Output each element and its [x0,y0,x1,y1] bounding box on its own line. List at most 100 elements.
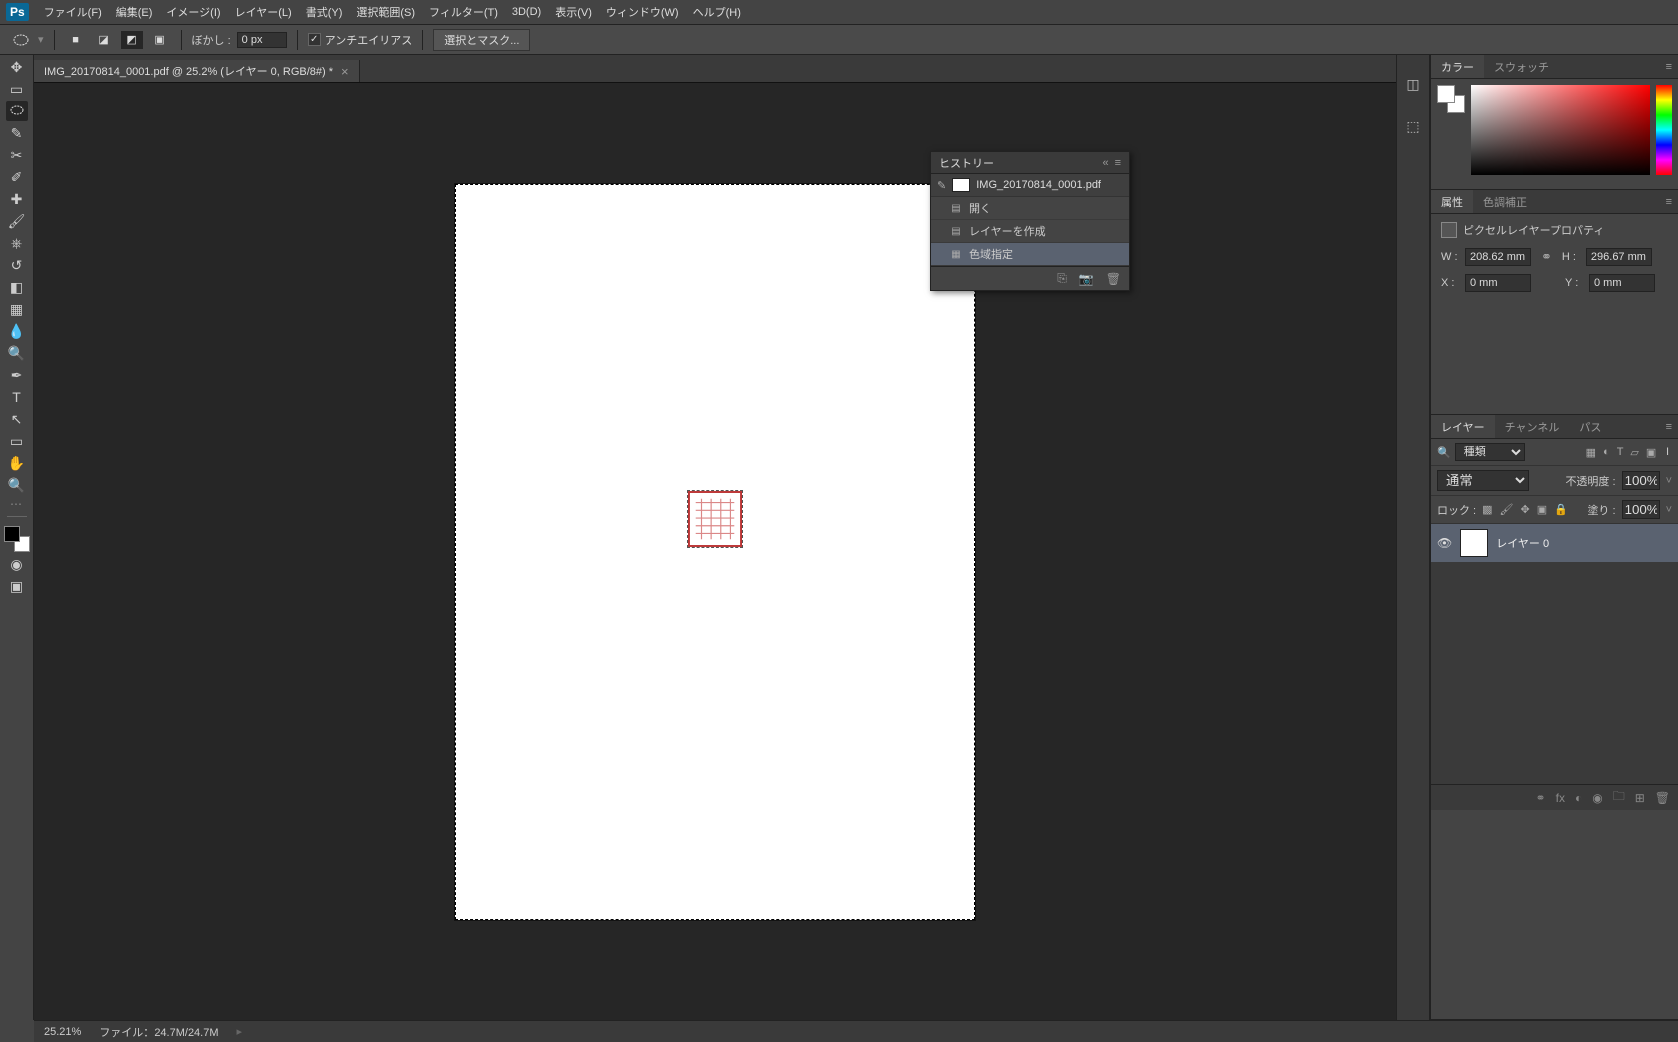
filter-pixel-icon[interactable]: ▦ [1586,446,1596,459]
menu-image[interactable]: イメージ(I) [159,4,227,20]
history-item[interactable]: ▤ 開く [931,197,1129,220]
panel-menu-icon[interactable]: ≡ [1115,157,1121,169]
fill-input[interactable] [1622,500,1660,519]
panel-menu-icon[interactable]: ≡ [1660,61,1678,73]
visibility-icon[interactable]: 👁 [1437,536,1452,550]
lock-paint-icon[interactable]: 🖌 [1500,503,1514,516]
eyedropper-tool[interactable]: ✐ [6,167,28,187]
layer-row[interactable]: 👁 レイヤー 0 [1431,524,1678,562]
lock-position-icon[interactable]: ✥ [1521,503,1530,516]
filter-toggle-icon[interactable]: ⏽ [1663,446,1672,459]
swatches-tab[interactable]: スウォッチ [1484,55,1559,78]
link-layers-icon[interactable]: ⚭ [1536,791,1546,805]
menu-view[interactable]: 表示(V) [548,4,599,20]
adjustments-tab[interactable]: 色調補正 [1473,190,1537,213]
antialias-checkbox[interactable]: ✓ アンチエイリアス [308,32,413,48]
filter-smart-icon[interactable]: ▣ [1646,446,1656,459]
new-selection-icon[interactable]: ■ [65,31,87,49]
foreground-color[interactable] [4,526,20,542]
new-group-icon[interactable]: 🗀 [1613,787,1625,808]
close-tab-icon[interactable]: × [341,64,349,79]
hue-slider[interactable] [1656,85,1672,175]
dock-icon-1[interactable]: ◫ [1402,73,1424,95]
canvas[interactable] [455,184,975,920]
panel-menu-icon[interactable]: ≡ [1660,421,1678,433]
snapshot-icon[interactable]: 📷 [1079,272,1094,286]
quick-mask-tool[interactable]: ◉ [6,554,28,574]
properties-tab[interactable]: 属性 [1431,190,1473,213]
color-swatches[interactable] [4,526,30,552]
color-field[interactable] [1471,85,1650,175]
panel-menu-icon[interactable]: ≡ [1660,196,1678,208]
y-input[interactable] [1589,274,1655,292]
lock-artboard-icon[interactable]: ▣ [1537,503,1547,516]
delete-layer-icon[interactable]: 🗑 [1655,791,1670,805]
menu-file[interactable]: ファイル(F) [37,4,109,20]
color-tab[interactable]: カラー [1431,55,1484,78]
paths-tab[interactable]: パス [1569,415,1611,438]
snapshot-brush-icon[interactable]: ✎ [937,179,946,192]
screen-mode-tool[interactable]: ▣ [6,576,28,596]
dodge-tool[interactable]: 🔍 [6,343,28,363]
brush-tool[interactable]: 🖌 [6,211,28,231]
dock-icon-2[interactable]: ⬚ [1402,115,1424,137]
menu-edit[interactable]: 編集(E) [109,4,160,20]
layer-thumbnail[interactable] [1460,529,1488,557]
new-fill-icon[interactable]: ◉ [1592,791,1602,805]
quick-select-tool[interactable]: ✎ [6,123,28,143]
document-tab[interactable]: IMG_20170814_0001.pdf @ 25.2% (レイヤー 0, R… [34,60,360,82]
color-chip[interactable] [1437,85,1465,113]
layer-name[interactable]: レイヤー 0 [1496,535,1549,551]
new-layer-icon[interactable]: ⊞ [1635,791,1645,805]
filter-type-icon[interactable]: T [1617,446,1624,459]
collapse-icon[interactable]: « [1102,157,1108,169]
menu-3d[interactable]: 3D(D) [505,6,548,18]
intersect-selection-icon[interactable]: ▣ [149,31,171,49]
x-input[interactable] [1465,274,1531,292]
pen-tool[interactable]: ✒ [6,365,28,385]
menu-help[interactable]: ヘルプ(H) [686,4,748,20]
snapshot-thumb[interactable] [952,178,970,192]
add-selection-icon[interactable]: ◪ [93,31,115,49]
layer-fx-icon[interactable]: fx [1556,791,1565,805]
delete-state-icon[interactable]: 🗑 [1106,272,1121,286]
menu-type[interactable]: 書式(Y) [299,4,350,20]
menu-window[interactable]: ウィンドウ(W) [599,4,686,20]
fg-chip[interactable] [1437,85,1455,103]
history-brush-tool[interactable]: ↺ [6,255,28,275]
menu-filter[interactable]: フィルター(T) [422,4,505,20]
gradient-tool[interactable]: ▦ [6,299,28,319]
filter-shape-icon[interactable]: ▱ [1630,446,1638,459]
height-input[interactable] [1586,248,1652,266]
shape-tool[interactable]: ▭ [6,431,28,451]
menu-layer[interactable]: レイヤー(L) [228,4,299,20]
filter-adjust-icon[interactable]: ◐ [1603,446,1610,459]
layer-mask-icon[interactable]: ◐ [1575,791,1582,805]
feather-input[interactable] [237,32,287,48]
lasso-tool[interactable] [6,101,28,121]
width-input[interactable] [1465,248,1531,266]
lock-transparency-icon[interactable]: ▩ [1482,503,1492,516]
status-menu-icon[interactable]: ▸ [237,1025,243,1038]
edit-toolbar[interactable]: ⋯ [10,497,23,511]
eraser-tool[interactable]: ◧ [6,277,28,297]
crop-tool[interactable]: ✂ [6,145,28,165]
opacity-input[interactable] [1622,471,1660,490]
layer-filter-type[interactable]: 種類 [1455,443,1525,461]
type-tool[interactable]: T [6,387,28,407]
new-doc-from-state-icon[interactable]: ⎘ [1057,271,1067,286]
stamp-tool[interactable]: ⎈ [6,233,28,253]
layers-tab[interactable]: レイヤー [1431,415,1495,438]
current-tool-icon[interactable] [10,31,32,49]
channels-tab[interactable]: チャンネル [1495,415,1570,438]
move-tool[interactable]: ✥ [6,57,28,77]
link-dimensions-icon[interactable]: ⚭ [1541,249,1552,265]
healing-tool[interactable]: ✚ [6,189,28,209]
subtract-selection-icon[interactable]: ◩ [121,31,143,49]
select-and-mask-button[interactable]: 選択とマスク... [433,29,530,51]
blur-tool[interactable]: 💧 [6,321,28,341]
hand-tool[interactable]: ✋ [6,453,28,473]
history-item[interactable]: ▦ 色域指定 [931,243,1129,266]
zoom-tool[interactable]: 🔍 [6,475,28,495]
menu-select[interactable]: 選択範囲(S) [349,4,422,20]
